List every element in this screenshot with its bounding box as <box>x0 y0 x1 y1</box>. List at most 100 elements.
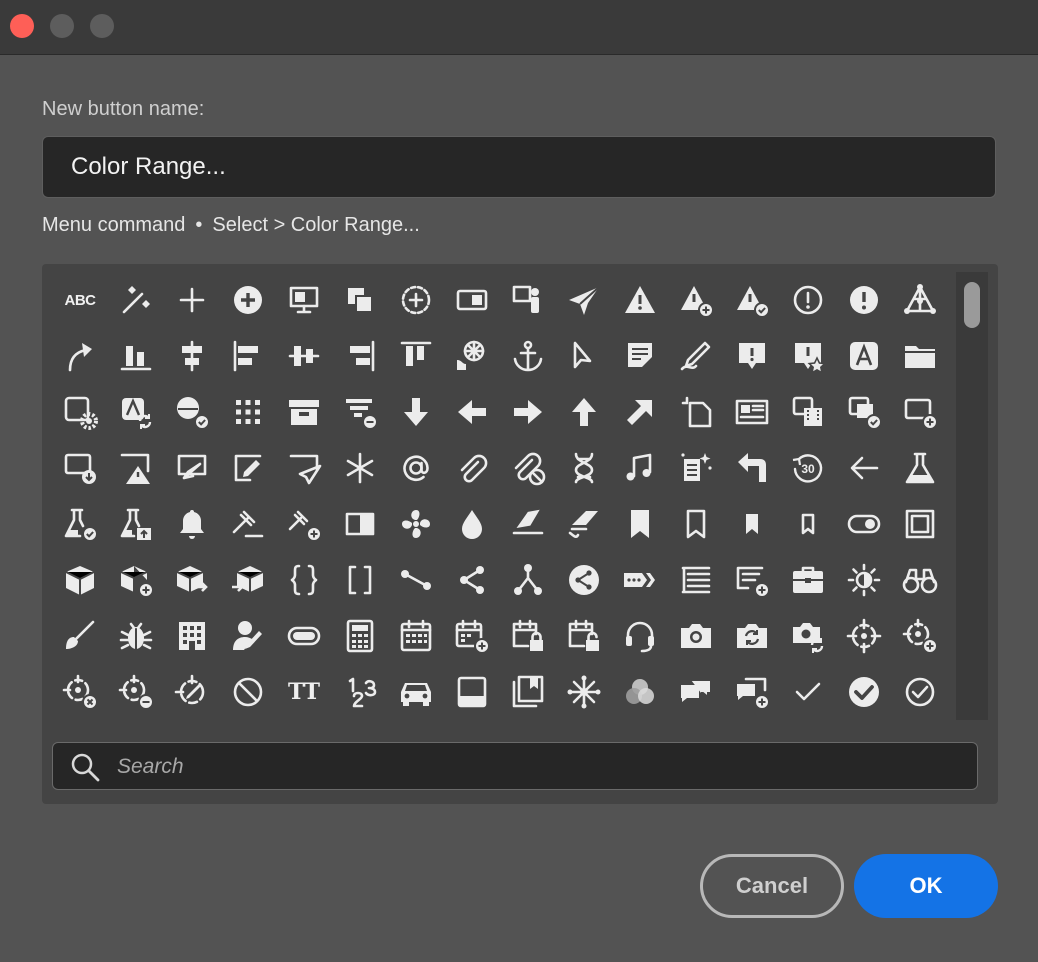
icon-option[interactable] <box>670 666 722 718</box>
icon-option[interactable] <box>502 666 554 718</box>
icon-option[interactable] <box>110 330 162 382</box>
icon-option[interactable] <box>726 442 778 494</box>
close-window-button[interactable] <box>10 14 34 38</box>
icon-option[interactable] <box>222 442 274 494</box>
icon-option[interactable] <box>558 666 610 718</box>
icon-option[interactable] <box>894 330 946 382</box>
icon-option[interactable] <box>446 330 498 382</box>
icon-option[interactable] <box>222 498 274 550</box>
icon-option[interactable] <box>670 610 722 662</box>
icon-option[interactable] <box>502 498 554 550</box>
icon-option[interactable] <box>110 498 162 550</box>
icon-option[interactable] <box>390 386 442 438</box>
icon-option[interactable] <box>838 274 890 326</box>
icon-option[interactable] <box>838 554 890 606</box>
icon-option[interactable] <box>222 554 274 606</box>
icon-option[interactable] <box>782 330 834 382</box>
icon-option[interactable] <box>614 386 666 438</box>
icon-option[interactable] <box>54 610 106 662</box>
icon-option[interactable] <box>334 498 386 550</box>
icon-option[interactable] <box>446 666 498 718</box>
icon-option[interactable] <box>726 274 778 326</box>
icon-option[interactable] <box>390 666 442 718</box>
icon-option[interactable] <box>726 498 778 550</box>
icon-option[interactable] <box>614 274 666 326</box>
icon-search-box[interactable] <box>52 742 978 790</box>
icon-option[interactable] <box>558 498 610 550</box>
minimize-window-button[interactable] <box>50 14 74 38</box>
icon-option[interactable] <box>614 442 666 494</box>
icon-option[interactable] <box>838 498 890 550</box>
icon-option[interactable] <box>894 442 946 494</box>
icon-option[interactable] <box>726 666 778 718</box>
icon-option[interactable] <box>726 610 778 662</box>
icon-option[interactable] <box>838 666 890 718</box>
icon-option[interactable] <box>54 554 106 606</box>
icon-option[interactable] <box>670 498 722 550</box>
icon-option[interactable] <box>670 554 722 606</box>
icon-option[interactable] <box>110 442 162 494</box>
icon-option[interactable] <box>894 386 946 438</box>
icon-scrollbar-track[interactable] <box>956 272 988 720</box>
icon-option[interactable] <box>110 610 162 662</box>
icon-option[interactable] <box>222 666 274 718</box>
icon-option[interactable] <box>894 274 946 326</box>
icon-option[interactable] <box>502 330 554 382</box>
icon-option[interactable] <box>110 386 162 438</box>
icon-option[interactable] <box>166 442 218 494</box>
icon-option[interactable] <box>782 610 834 662</box>
icon-option[interactable] <box>670 386 722 438</box>
icon-option[interactable] <box>278 610 330 662</box>
icon-option[interactable] <box>222 610 274 662</box>
icon-option[interactable] <box>110 666 162 718</box>
icon-option[interactable] <box>166 498 218 550</box>
icon-option[interactable] <box>278 442 330 494</box>
icon-option[interactable] <box>558 330 610 382</box>
icon-option[interactable] <box>782 386 834 438</box>
icon-option[interactable] <box>278 498 330 550</box>
icon-option[interactable] <box>558 386 610 438</box>
icon-scrollbar-thumb[interactable] <box>964 282 980 328</box>
icon-option[interactable] <box>334 274 386 326</box>
cancel-button[interactable]: Cancel <box>700 854 844 918</box>
icon-option[interactable] <box>726 330 778 382</box>
icon-option[interactable] <box>222 386 274 438</box>
icon-option[interactable] <box>894 554 946 606</box>
icon-option[interactable] <box>614 498 666 550</box>
icon-option[interactable] <box>446 554 498 606</box>
icon-option[interactable] <box>446 274 498 326</box>
icon-option[interactable] <box>54 498 106 550</box>
icon-option[interactable] <box>782 666 834 718</box>
icon-option[interactable] <box>838 330 890 382</box>
icon-option[interactable] <box>334 666 386 718</box>
icon-option[interactable]: ABC <box>54 274 106 326</box>
icon-option[interactable]: TT <box>278 666 330 718</box>
icon-search-input[interactable] <box>115 751 959 783</box>
icon-option[interactable] <box>614 554 666 606</box>
icon-option[interactable] <box>838 610 890 662</box>
icon-option[interactable] <box>614 610 666 662</box>
icon-option[interactable] <box>54 386 106 438</box>
icon-option[interactable] <box>166 610 218 662</box>
icon-option[interactable] <box>278 386 330 438</box>
icon-option[interactable] <box>278 554 330 606</box>
icon-option[interactable] <box>558 610 610 662</box>
icon-option[interactable] <box>446 610 498 662</box>
icon-option[interactable] <box>670 442 722 494</box>
icon-option[interactable] <box>558 274 610 326</box>
icon-option[interactable] <box>614 666 666 718</box>
icon-option[interactable] <box>670 330 722 382</box>
icon-option[interactable] <box>334 442 386 494</box>
icon-option[interactable] <box>502 610 554 662</box>
icon-option[interactable] <box>390 330 442 382</box>
icon-option[interactable] <box>110 554 162 606</box>
icon-option[interactable] <box>502 554 554 606</box>
icon-option[interactable] <box>558 554 610 606</box>
icon-option[interactable] <box>54 666 106 718</box>
icon-option[interactable] <box>726 386 778 438</box>
icon-option[interactable] <box>334 554 386 606</box>
icon-option[interactable] <box>390 498 442 550</box>
icon-option[interactable] <box>390 274 442 326</box>
icon-option[interactable] <box>502 274 554 326</box>
icon-option[interactable] <box>278 274 330 326</box>
